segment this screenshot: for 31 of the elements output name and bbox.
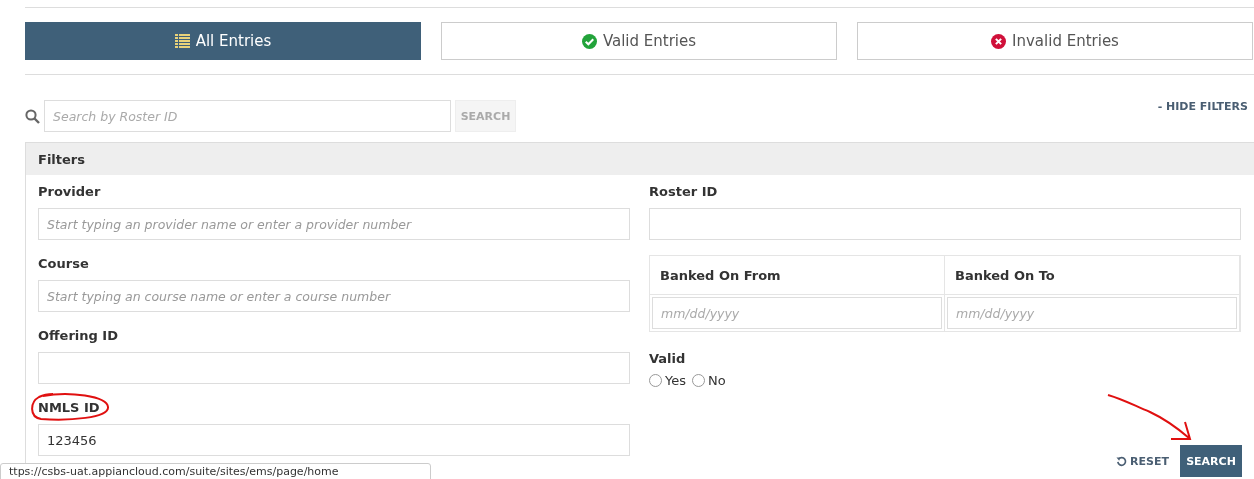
text-field[interactable]: Start typing an provider name or enter a provider number	[38, 208, 630, 240]
text-field[interactable]: 123456	[38, 424, 630, 456]
search-field[interactable]: Search by Roster ID	[44, 100, 451, 132]
field-label: Roster ID	[649, 184, 719, 201]
hide-filters-link[interactable]: - HIDE FILTERS	[1157, 99, 1248, 113]
column-header: Banked On From	[660, 267, 781, 283]
field-label: NMLS ID	[38, 400, 100, 417]
error-icon	[991, 33, 1007, 49]
date-field[interactable]: mm/dd/yyyy	[652, 297, 942, 329]
field-label: Valid	[649, 351, 687, 368]
tab[interactable]: All Entries	[25, 22, 421, 60]
field-label: Offering ID	[38, 328, 118, 345]
tab[interactable]: Valid Entries	[441, 22, 837, 60]
tab[interactable]: Invalid Entries	[857, 22, 1253, 60]
list-icon	[174, 33, 190, 49]
check-icon	[581, 33, 597, 49]
field-label: Provider	[38, 184, 101, 201]
status-url: ttps://csbs-uat.appiancloud.com/suite/sites/ems/page/home	[0, 463, 431, 479]
reset-icon	[1116, 455, 1128, 467]
panel-title: Filters	[38, 151, 85, 167]
text-field[interactable]	[38, 352, 630, 384]
text-field[interactable]: Start typing an course name or enter a course number	[38, 280, 630, 312]
date-field[interactable]: mm/dd/yyyy	[947, 297, 1237, 329]
text-field[interactable]	[649, 208, 1241, 240]
radio-option[interactable]: Yes	[649, 373, 686, 388]
search-button[interactable]: SEARCH	[1180, 445, 1242, 477]
field-label: Course	[38, 256, 89, 273]
column-header: Banked On To	[955, 267, 1055, 283]
search-icon	[25, 108, 40, 124]
reset-button[interactable]: RESET	[1116, 454, 1169, 468]
radio-option[interactable]: No	[692, 373, 726, 388]
